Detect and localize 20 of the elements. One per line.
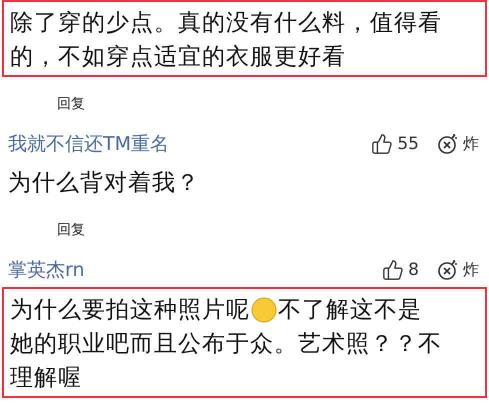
- comment-text: 她的职业吧而且公布于众。艺术照？？不: [10, 330, 442, 358]
- username[interactable]: 我就不信还TM重名: [8, 131, 372, 157]
- reply-link[interactable]: 回复: [57, 95, 85, 113]
- comment-text: 的，不如穿点适宜的衣服更好看: [10, 42, 346, 72]
- bomb-icon: [437, 133, 459, 155]
- bomb-label[interactable]: 炸: [463, 134, 479, 154]
- comment-text: 为什么背对着我？: [8, 168, 200, 198]
- bomb-label[interactable]: 炸: [463, 260, 479, 280]
- like-count: 8: [408, 260, 419, 280]
- comment-text: 不了解这不是: [278, 296, 422, 324]
- emoji-icon: [250, 295, 278, 323]
- comment-text: 为什么要拍这种照片呢: [10, 296, 250, 324]
- reply-link[interactable]: 回复: [57, 221, 85, 239]
- like-count: 55: [397, 134, 419, 154]
- username[interactable]: 掌英杰rn: [8, 257, 382, 283]
- thumbs-up-icon[interactable]: [382, 259, 404, 281]
- comment-text: 除了穿的少点。真的没有什么料，值得看: [10, 8, 442, 38]
- bomb-icon: [437, 259, 459, 281]
- comment-text: 理解喔: [10, 364, 82, 392]
- thumbs-up-icon[interactable]: [371, 133, 394, 155]
